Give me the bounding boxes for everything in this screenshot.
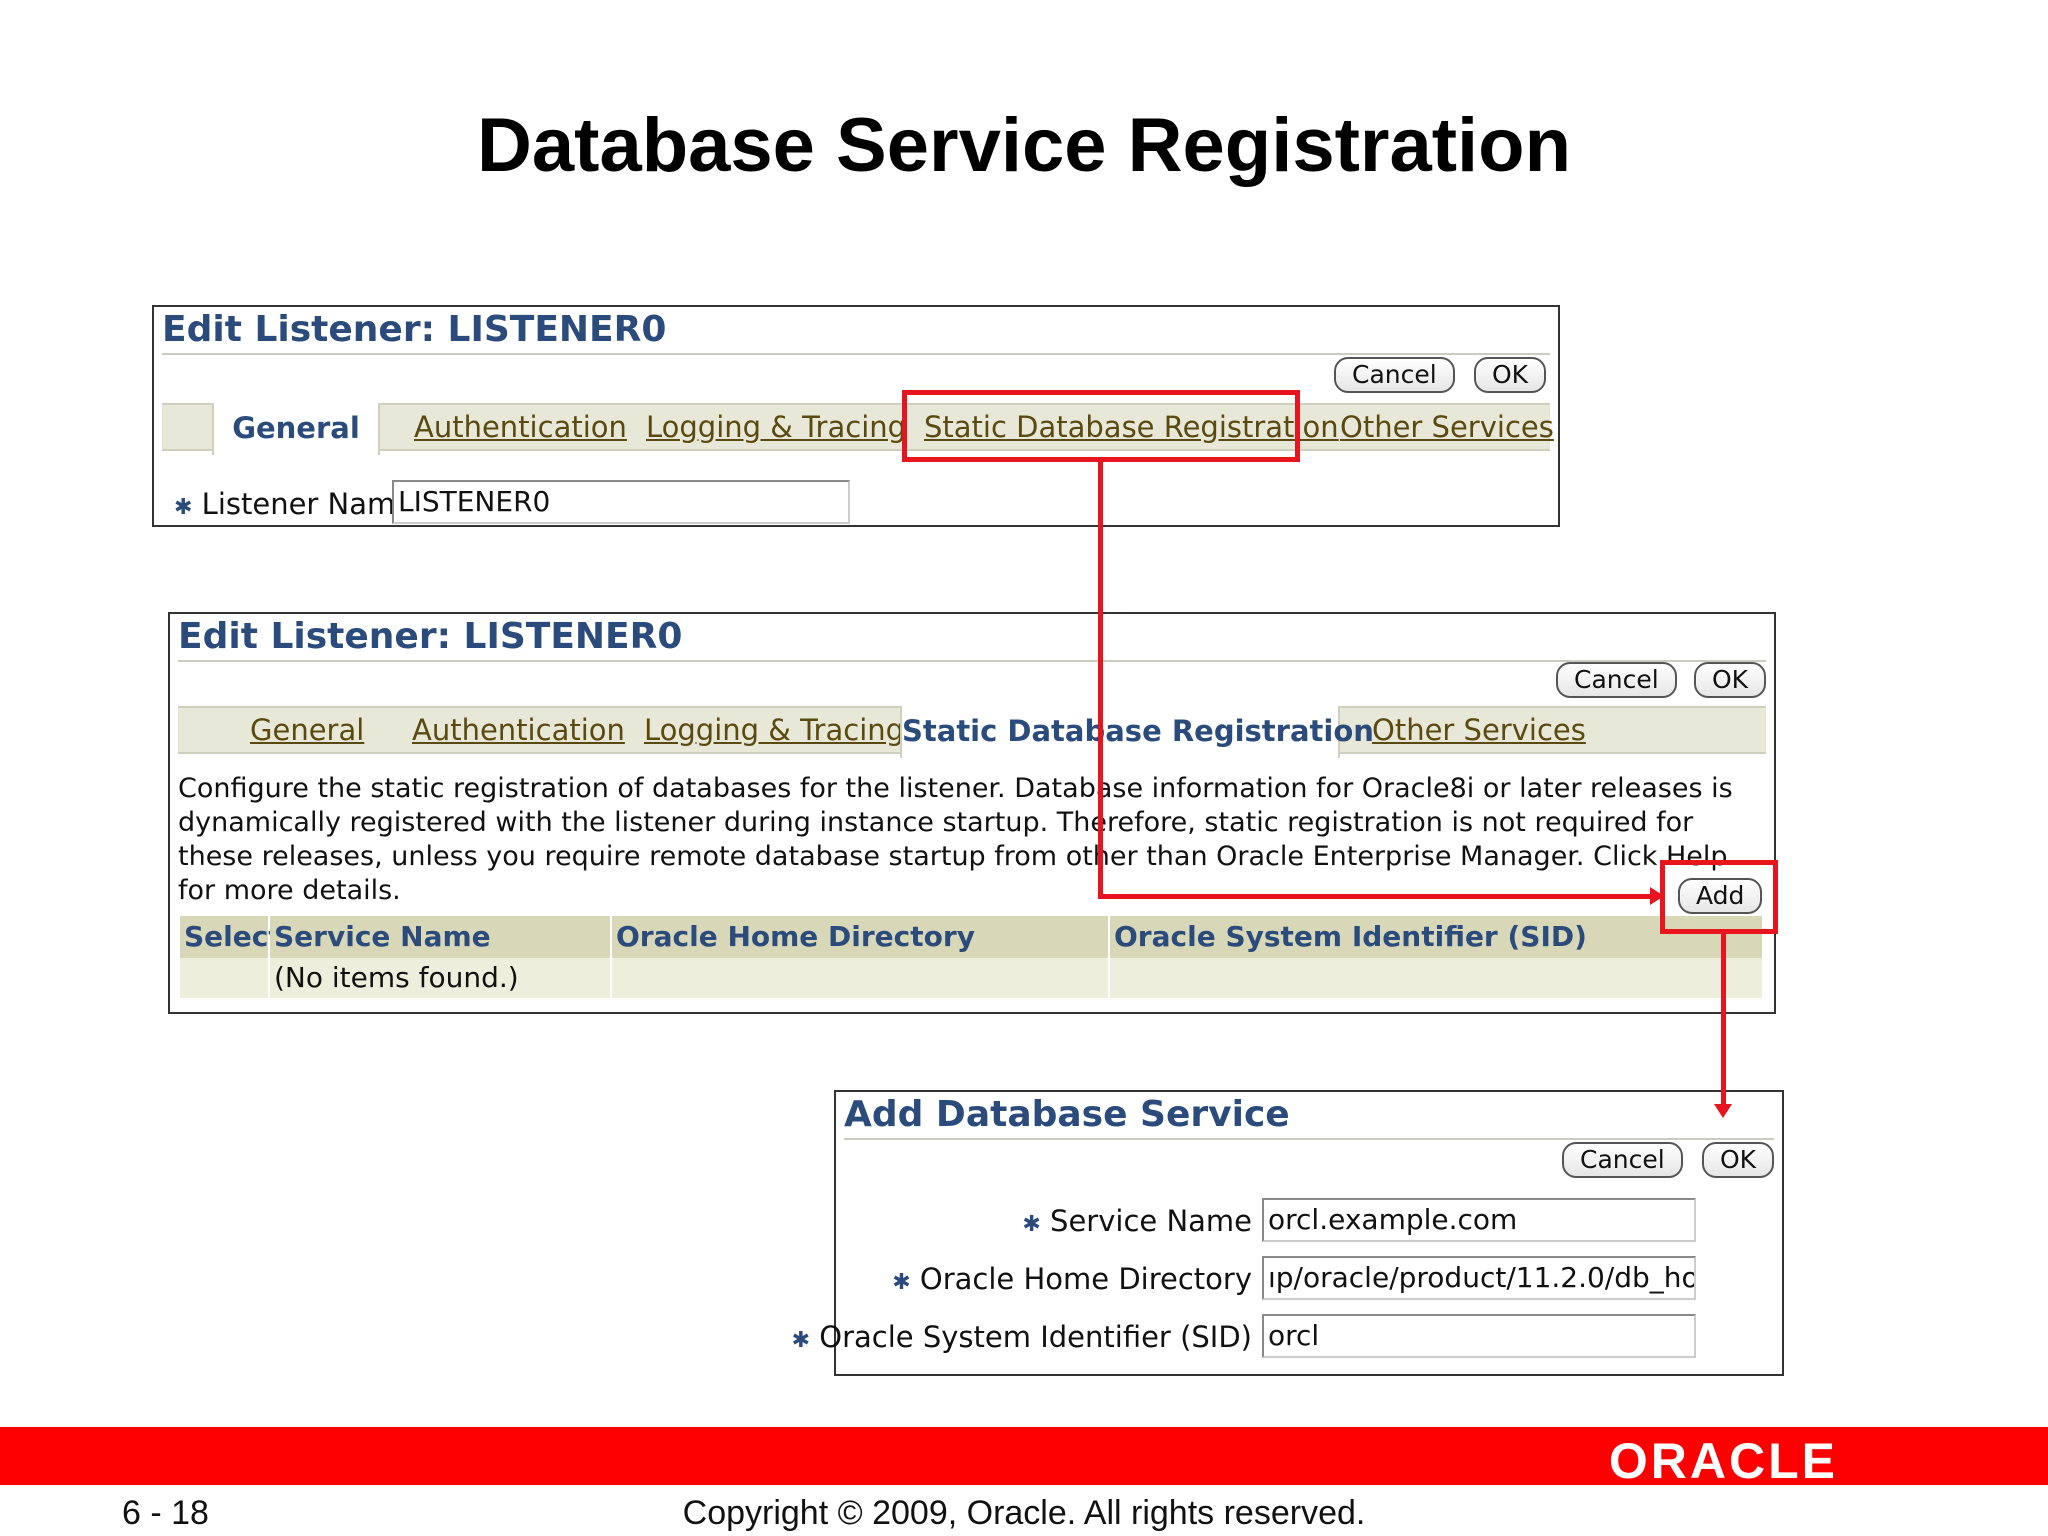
column-header-select: Select [180, 916, 282, 958]
title-divider [162, 353, 1550, 355]
cancel-button[interactable]: Cancel [1334, 357, 1455, 393]
cancel-button[interactable]: Cancel [1556, 662, 1677, 698]
sid-label: ✱ Oracle System Identifier (SID) [791, 1320, 1252, 1354]
empty-cell [1110, 958, 1762, 998]
panel-title: Edit Listener: LISTENER0 [178, 616, 683, 657]
tab-authentication[interactable]: Authentication [412, 708, 625, 752]
edit-listener-static-registration-panel: Edit Listener: LISTENER0 Cancel OK Gener… [168, 612, 1776, 1014]
tab-other-services[interactable]: Other Services [1340, 405, 1554, 449]
service-name-label: ✱ Service Name [1022, 1204, 1252, 1238]
tab-general[interactable]: General [212, 403, 380, 455]
required-icon: ✱ [174, 495, 193, 520]
ok-button[interactable]: OK [1474, 357, 1547, 393]
listener-name-label: ✱ Listener Name [174, 487, 414, 521]
copyright-notice: Copyright © 2009, Oracle. All rights res… [682, 1494, 1366, 1532]
callout-line-horizontal [1098, 894, 1654, 899]
tab-general[interactable]: General [250, 708, 364, 752]
tab-logging-tracing[interactable]: Logging & Tracing [646, 405, 906, 449]
callout-line-vertical [1098, 462, 1103, 899]
required-icon: ✱ [1022, 1212, 1041, 1237]
highlight-static-registration-tab [902, 390, 1300, 462]
title-divider [844, 1138, 1774, 1140]
column-header-service-name: Service Name [270, 916, 610, 958]
add-database-service-panel: Add Database Service Cancel OK ✱ Service… [792, 1090, 1784, 1376]
ok-button[interactable]: OK [1694, 662, 1767, 698]
listener-name-input[interactable]: LISTENER0 [392, 480, 850, 524]
tab-bar: General Authentication Logging & Tracing… [162, 403, 1554, 455]
tab-other-services[interactable]: Other Services [1372, 708, 1586, 752]
slide-title: Database Service Registration [476, 103, 1572, 188]
ok-button[interactable]: OK [1702, 1142, 1775, 1178]
required-icon: ✱ [892, 1270, 911, 1295]
tab-authentication[interactable]: Authentication [414, 405, 627, 449]
tab-logging-tracing[interactable]: Logging & Tracing [644, 708, 904, 752]
oracle-logo: ORACLE [1608, 1433, 1838, 1489]
required-icon: ✱ [791, 1328, 811, 1353]
service-name-input[interactable]: orcl.example.com [1262, 1198, 1696, 1242]
callout-line-down [1721, 934, 1726, 1106]
callout-arrowhead-down [1714, 1104, 1732, 1118]
static-registration-description: Configure the static registration of dat… [178, 773, 1733, 906]
highlight-add-button [1660, 860, 1778, 934]
cancel-button[interactable]: Cancel [1562, 1142, 1683, 1178]
panel-title: Add Database Service [844, 1094, 1290, 1135]
oracle-home-directory-input[interactable]: ıp/oracle/product/11.2.0/db_home1 [1262, 1256, 1696, 1300]
oracle-home-directory-label: ✱ Oracle Home Directory [892, 1262, 1252, 1296]
empty-cell [612, 958, 1108, 998]
edit-listener-general-panel: Edit Listener: LISTENER0 Cancel OK Gener… [152, 305, 1560, 527]
tab-bar: General Authentication Logging & Tracing… [178, 706, 1766, 758]
tab-static-database-registration[interactable]: Static Database Registration [900, 706, 1374, 758]
column-header-oracle-home-directory: Oracle Home Directory [612, 916, 1108, 958]
title-divider [178, 660, 1766, 662]
sid-input[interactable]: orcl [1262, 1314, 1696, 1358]
empty-select-cell [180, 958, 268, 998]
panel-title: Edit Listener: LISTENER0 [162, 309, 667, 350]
empty-table-message: (No items found.) [270, 958, 610, 998]
